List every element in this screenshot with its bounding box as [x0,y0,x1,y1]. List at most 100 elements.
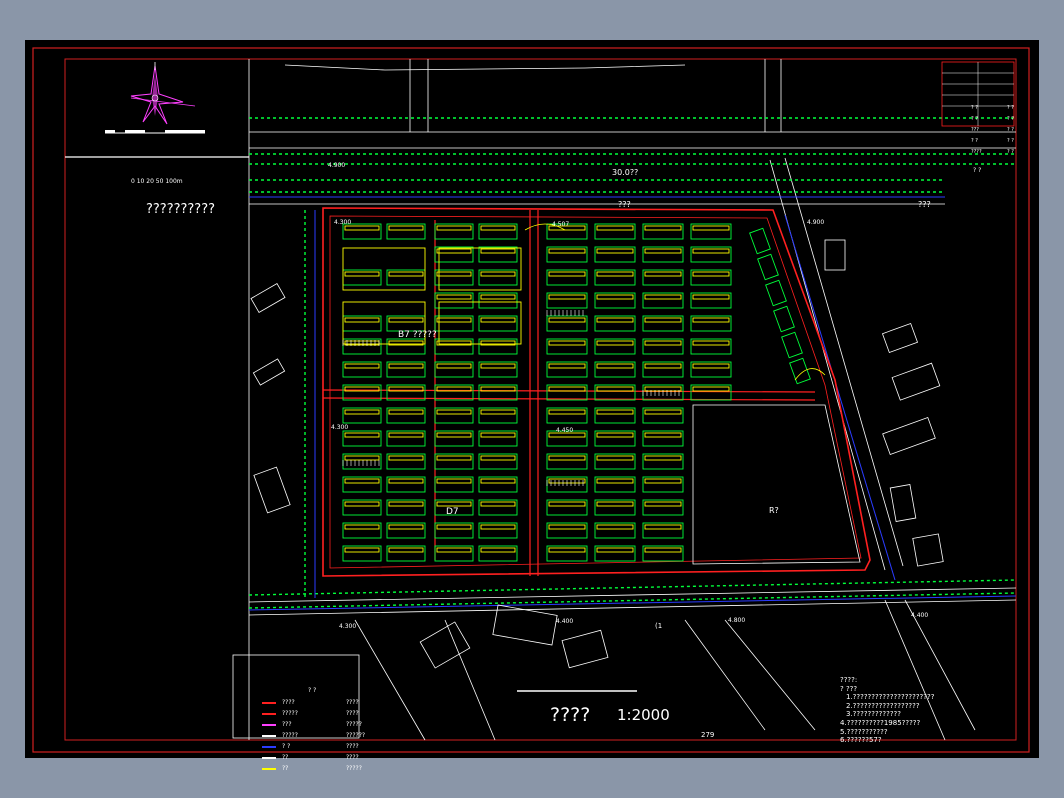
building-roof [388,478,424,484]
elevation-label: 4.400 [556,618,574,625]
legend-label: ???? [346,699,359,706]
building-roof [644,478,682,484]
building-roof [480,363,516,369]
notes-line: ? ??? [840,684,858,693]
internal-roads [322,210,816,576]
building-roof [388,455,424,461]
title-block-cell: ? ? [1007,127,1014,133]
notes-line: 4.??????????1985????? [840,718,921,727]
legend-swatch [262,768,276,770]
title-block-cell: ? ? [1007,116,1014,122]
building-roof [480,409,516,415]
title-block-cell: ??? [971,127,979,133]
building-roof [692,248,730,254]
zone-b-label: B7 ????? [398,330,437,340]
cad-viewport[interactable]: ?????????? 0 10 20 50 100m ???? 1:2000 3… [25,40,1039,772]
building-roof [644,294,682,300]
building-roof [388,225,424,231]
building-roof [644,225,682,231]
legend: ? ??????????????????????????????????????… [258,687,382,777]
building-roof [596,363,634,369]
tree-lines [248,117,1017,609]
south-road-label: (1 [655,622,663,630]
legend-label: ? ? [282,743,291,750]
building-roof [692,317,730,323]
building-roof [480,547,516,553]
legend-label: ???? [346,743,359,750]
building-roof [388,271,424,277]
title-block-cell: ? ? [1007,149,1014,155]
building-roof [480,248,516,254]
elevation-label: 4.300 [331,424,349,431]
building-roof [644,248,682,254]
building-roof [480,524,516,530]
building-roof [388,363,424,369]
site-plan-drawing[interactable] [25,40,1039,758]
building-roof [480,317,516,323]
building-roof [344,455,380,461]
building-roof [480,294,516,300]
legend-swatch [262,746,276,748]
building-roof [388,547,424,553]
building-roof [388,317,424,323]
building-roof [436,248,472,254]
building-block [781,331,803,359]
title-block-cell: ? ? [971,116,978,122]
building-roof [480,271,516,277]
building-roof [548,363,586,369]
building-roof [480,501,516,507]
building-roof [644,455,682,461]
title-block-cell: ???? [971,149,982,155]
building-roof [644,524,682,530]
title-block-cell: ? ? [1007,138,1014,144]
legend-label: ??? [282,721,292,728]
building-roof [436,478,472,484]
building-roof [388,432,424,438]
building-blocks [342,223,811,562]
legend-swatch [262,735,276,737]
title-block-cell: ? ? [1007,105,1014,111]
building-block [749,227,771,255]
building-roof [548,248,586,254]
legend-label: ????? [346,721,362,728]
building-roof [344,317,380,323]
building-roof [436,455,472,461]
building-roof [596,386,634,392]
elevation-label: 4.900 [328,162,346,169]
building-roof [644,317,682,323]
parcel-r [692,404,861,565]
building-roof [596,432,634,438]
building-roof [548,455,586,461]
building-roof [436,317,472,323]
building-large [438,247,522,291]
building-roof [596,294,634,300]
building-roof [548,340,586,346]
building-roof [692,271,730,277]
building-roof [344,363,380,369]
building-roof [596,501,634,507]
legend-label: ????? [282,732,298,739]
building-roof [596,340,634,346]
legend-label: ?????? [346,732,366,739]
building-roof [480,478,516,484]
elevation-label: 4.450 [556,427,574,434]
building-roof [436,271,472,277]
legend-label: ???? [346,710,359,717]
building-roof [388,501,424,507]
building-roof [436,524,472,530]
building-roof [644,432,682,438]
building-roof [596,248,634,254]
scale-ratio: 1:2000 [617,706,670,724]
legend-label: ?? [282,765,289,772]
building-roof [480,432,516,438]
building-block [773,305,795,333]
building-roof [596,455,634,461]
building-roof [644,271,682,277]
building-roof [596,409,634,415]
building-roof [596,271,634,277]
building-roof [344,432,380,438]
building-roof [548,294,586,300]
building-roof [644,363,682,369]
legend-label: ???? [346,754,359,761]
building-roof [692,340,730,346]
